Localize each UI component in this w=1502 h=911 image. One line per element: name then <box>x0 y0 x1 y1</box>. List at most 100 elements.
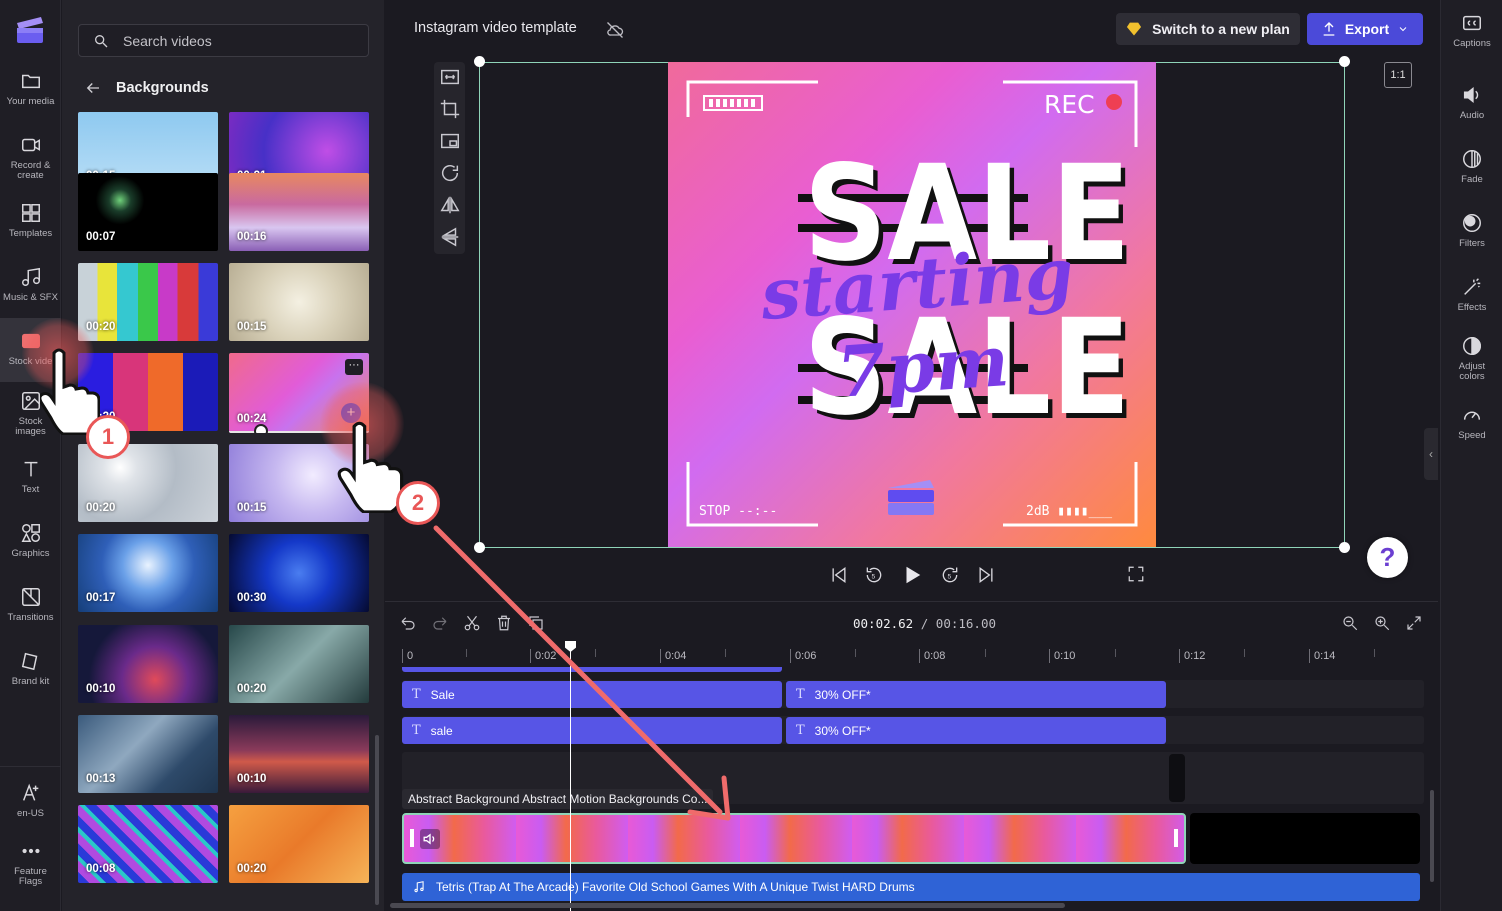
video-thumbnail[interactable]: 00:20 <box>229 805 369 883</box>
search-input[interactable]: Search videos <box>78 24 369 57</box>
rail-brand-kit[interactable]: Brand kit <box>0 650 61 708</box>
rotate-icon[interactable] <box>439 162 461 184</box>
right-rail: Captions Audio Fade Filters Effects Adju… <box>1440 0 1502 911</box>
video-thumbnail[interactable]: 00:17 <box>78 534 218 612</box>
undo-icon[interactable] <box>399 614 417 632</box>
fullscreen-icon[interactable] <box>1127 565 1145 583</box>
rail-captions[interactable]: Captions <box>1441 12 1502 72</box>
trim-handle-left[interactable] <box>410 829 414 847</box>
db-label: 2dB ▮▮▮▮___ <box>1026 504 1112 519</box>
clip-sliver <box>402 667 782 672</box>
stop-label: STOP --:-- <box>699 504 777 519</box>
resize-handle[interactable] <box>474 56 485 67</box>
rec-label: REC <box>1044 90 1095 119</box>
text-clip[interactable]: TSale <box>402 681 782 708</box>
clip-audio-icon[interactable] <box>420 829 440 849</box>
adjust-icon <box>1461 335 1483 357</box>
video-thumbnail[interactable]: 00:30 <box>229 534 369 612</box>
zoom-in-icon[interactable] <box>1373 614 1391 632</box>
trim-handle-right[interactable] <box>1174 829 1178 847</box>
music-icon <box>20 266 42 288</box>
playback-controls: 5 5 <box>829 563 1149 587</box>
rail-feature-flags[interactable]: Feature Flags <box>0 840 61 898</box>
duplicate-icon[interactable] <box>527 614 545 632</box>
audio-clip[interactable]: Tetris (Trap At The Arcade) Favorite Old… <box>402 873 1420 901</box>
video-thumbnail[interactable]: 00:07 <box>78 173 218 251</box>
clipchamp-logo-icon <box>13 13 47 47</box>
delete-icon[interactable] <box>495 614 513 632</box>
video-thumbnail[interactable]: 00:08 <box>78 805 218 883</box>
camera-icon <box>20 134 42 156</box>
video-thumbnail[interactable]: 00:15 <box>229 263 369 341</box>
resize-handle[interactable] <box>1339 542 1350 553</box>
export-button[interactable]: Export <box>1307 13 1423 45</box>
rail-speed[interactable]: Speed <box>1441 404 1502 464</box>
text-clip-icon: T <box>796 723 805 738</box>
filters-icon <box>1461 212 1483 234</box>
resize-handle[interactable] <box>474 542 485 553</box>
rail-adjust-colors[interactable]: Adjust colors <box>1441 335 1502 395</box>
zoom-out-icon[interactable] <box>1341 614 1359 632</box>
rail-your-media[interactable]: Your media <box>0 70 61 128</box>
rail-fade[interactable]: Fade <box>1441 148 1502 208</box>
video-thumbnail[interactable]: 00:20 <box>229 625 369 703</box>
search-icon <box>93 33 109 49</box>
flip-horizontal-icon[interactable] <box>439 194 461 216</box>
resize-handle[interactable] <box>1339 56 1350 67</box>
fade-icon <box>1461 148 1483 170</box>
project-title[interactable]: Instagram video template <box>414 20 577 36</box>
search-placeholder: Search videos <box>123 33 212 49</box>
play-icon[interactable] <box>901 564 923 586</box>
redo-icon[interactable] <box>431 614 449 632</box>
rail-audio[interactable]: Audio <box>1441 84 1502 144</box>
time-ruler[interactable]: 0 0:02 0:04 0:06 0:08 0:10 0:12 0:14 <box>399 645 1429 667</box>
video-thumbnail[interactable]: 00:16 <box>229 173 369 251</box>
text-clip[interactable]: Tsale <box>402 717 782 744</box>
rail-divider <box>0 766 61 767</box>
video-thumbnail[interactable]: 00:20 <box>78 263 218 341</box>
flip-vertical-icon[interactable] <box>439 226 461 248</box>
rewind-5-icon[interactable]: 5 <box>864 565 884 585</box>
video-clip[interactable] <box>402 813 1186 864</box>
rail-text[interactable]: Text <box>0 458 61 516</box>
speaker-icon <box>1461 84 1483 106</box>
black-clip[interactable] <box>1190 813 1420 864</box>
rail-filters[interactable]: Filters <box>1441 212 1502 272</box>
rail-language[interactable]: en-US <box>0 782 61 840</box>
help-button[interactable]: ? <box>1367 537 1408 578</box>
fit-timeline-icon[interactable] <box>1405 614 1423 632</box>
fit-icon[interactable] <box>439 66 461 88</box>
video-thumbnail[interactable]: 00:10 <box>78 625 218 703</box>
video-thumbnail[interactable]: 00:13 <box>78 715 218 793</box>
rail-music-sfx[interactable]: Music & SFX <box>0 266 61 324</box>
crop-icon[interactable] <box>439 98 461 120</box>
more-options-button[interactable]: ··· <box>345 359 363 375</box>
video-thumbnail[interactable]: 00:10 <box>229 715 369 793</box>
rail-graphics[interactable]: Graphics <box>0 522 61 580</box>
aspect-ratio-button[interactable]: 1:1 <box>1384 62 1412 88</box>
text-clip[interactable]: T30% OFF* <box>786 681 1166 708</box>
rail-effects[interactable]: Effects <box>1441 276 1502 336</box>
picture-in-picture-icon[interactable] <box>439 130 461 152</box>
rail-templates[interactable]: Templates <box>0 202 61 260</box>
back-arrow-icon[interactable] <box>84 79 102 97</box>
switch-plan-button[interactable]: Switch to a new plan <box>1116 13 1300 45</box>
rail-transitions[interactable]: Transitions <box>0 586 61 644</box>
left-rail: Your media Record & create Templates Mus… <box>0 0 61 911</box>
split-scissors-icon[interactable] <box>463 614 481 632</box>
transitions-icon <box>20 586 42 608</box>
timeline-scrollbar-vertical[interactable] <box>1430 790 1434 882</box>
scrub-handle[interactable] <box>254 424 268 433</box>
video-preview: REC STOP --:-- 2dB ▮▮▮▮___ SALE SALE sta… <box>668 62 1156 547</box>
app-window: Your media Record & create Templates Mus… <box>0 0 1502 911</box>
skip-forward-icon[interactable] <box>976 565 996 585</box>
forward-5-icon[interactable]: 5 <box>940 565 960 585</box>
text-clip[interactable]: T30% OFF* <box>786 717 1166 744</box>
playhead[interactable] <box>570 641 571 911</box>
text-clip-icon: T <box>412 687 421 702</box>
library-scrollbar[interactable] <box>375 735 379 905</box>
collapse-panel-button[interactable]: ‹ <box>1424 428 1438 480</box>
skip-back-icon[interactable] <box>829 565 849 585</box>
timeline-scrollbar-horizontal[interactable] <box>390 903 1065 908</box>
rail-record-create[interactable]: Record & create <box>0 134 61 192</box>
